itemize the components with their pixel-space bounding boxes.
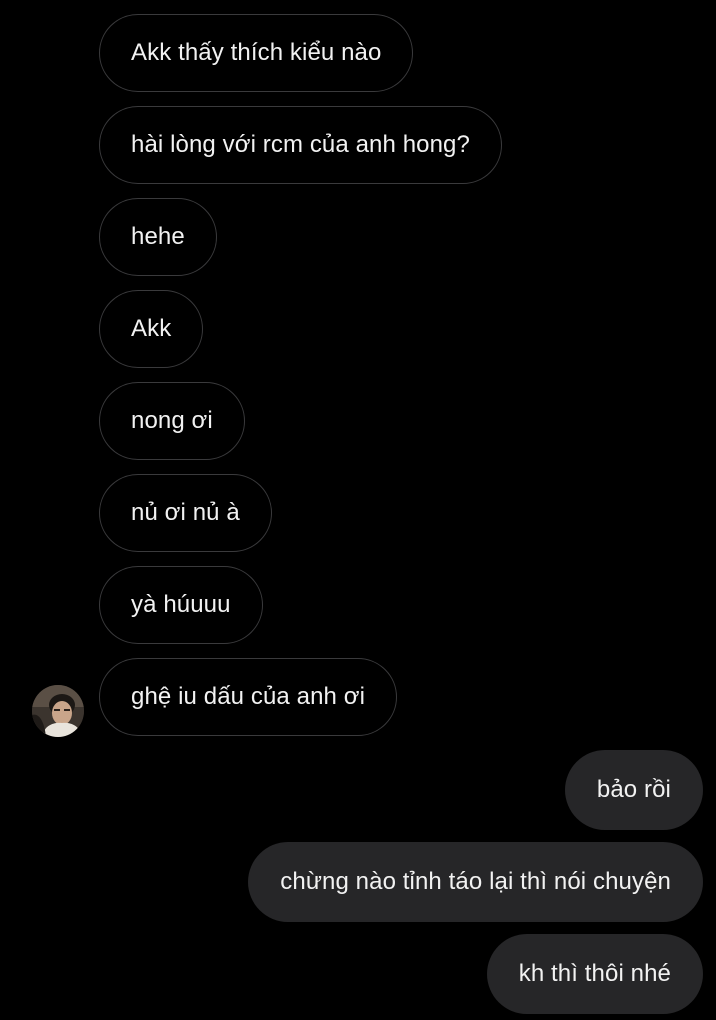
incoming-message[interactable]: Akk thấy thích kiểu nào <box>99 14 414 92</box>
message-text: ghệ iu dấu của anh ơi <box>131 683 366 710</box>
avatar-photo-icon <box>32 685 84 737</box>
incoming-message[interactable]: nủ ơi nủ à <box>99 474 272 552</box>
outgoing-message[interactable]: chừng nào tỉnh táo lại thì nói chuyện <box>248 842 703 922</box>
incoming-message[interactable]: nong ơi <box>99 382 245 460</box>
incoming-message[interactable]: ghệ iu dấu của anh ơi <box>99 658 398 736</box>
message-text: bảo rồi <box>596 776 671 803</box>
sender-avatar[interactable] <box>32 685 84 737</box>
incoming-message[interactable]: Akk <box>99 290 204 368</box>
incoming-message[interactable]: yà húuuu <box>99 566 263 644</box>
message-text: nủ ơi nủ à <box>131 499 240 526</box>
message-text: nong ơi <box>131 407 213 434</box>
message-text: hehe <box>131 223 185 250</box>
message-text: hài lòng với rcm của anh hong? <box>131 131 470 158</box>
message-text: yà húuuu <box>131 591 231 618</box>
message-text: chừng nào tỉnh táo lại thì nói chuyện <box>280 868 671 895</box>
message-text: Akk thấy thích kiểu nào <box>131 39 382 66</box>
incoming-message[interactable]: hài lòng với rcm của anh hong? <box>99 106 502 184</box>
outgoing-message[interactable]: kh thì thôi nhé <box>486 934 703 1014</box>
message-text: Akk <box>131 315 172 342</box>
outgoing-message[interactable]: bảo rồi <box>564 750 703 830</box>
incoming-message[interactable]: hehe <box>99 198 217 276</box>
message-text: kh thì thôi nhé <box>518 960 671 987</box>
message-thread: Akk thấy thích kiểu nào hài lòng với rcm… <box>0 0 716 1020</box>
